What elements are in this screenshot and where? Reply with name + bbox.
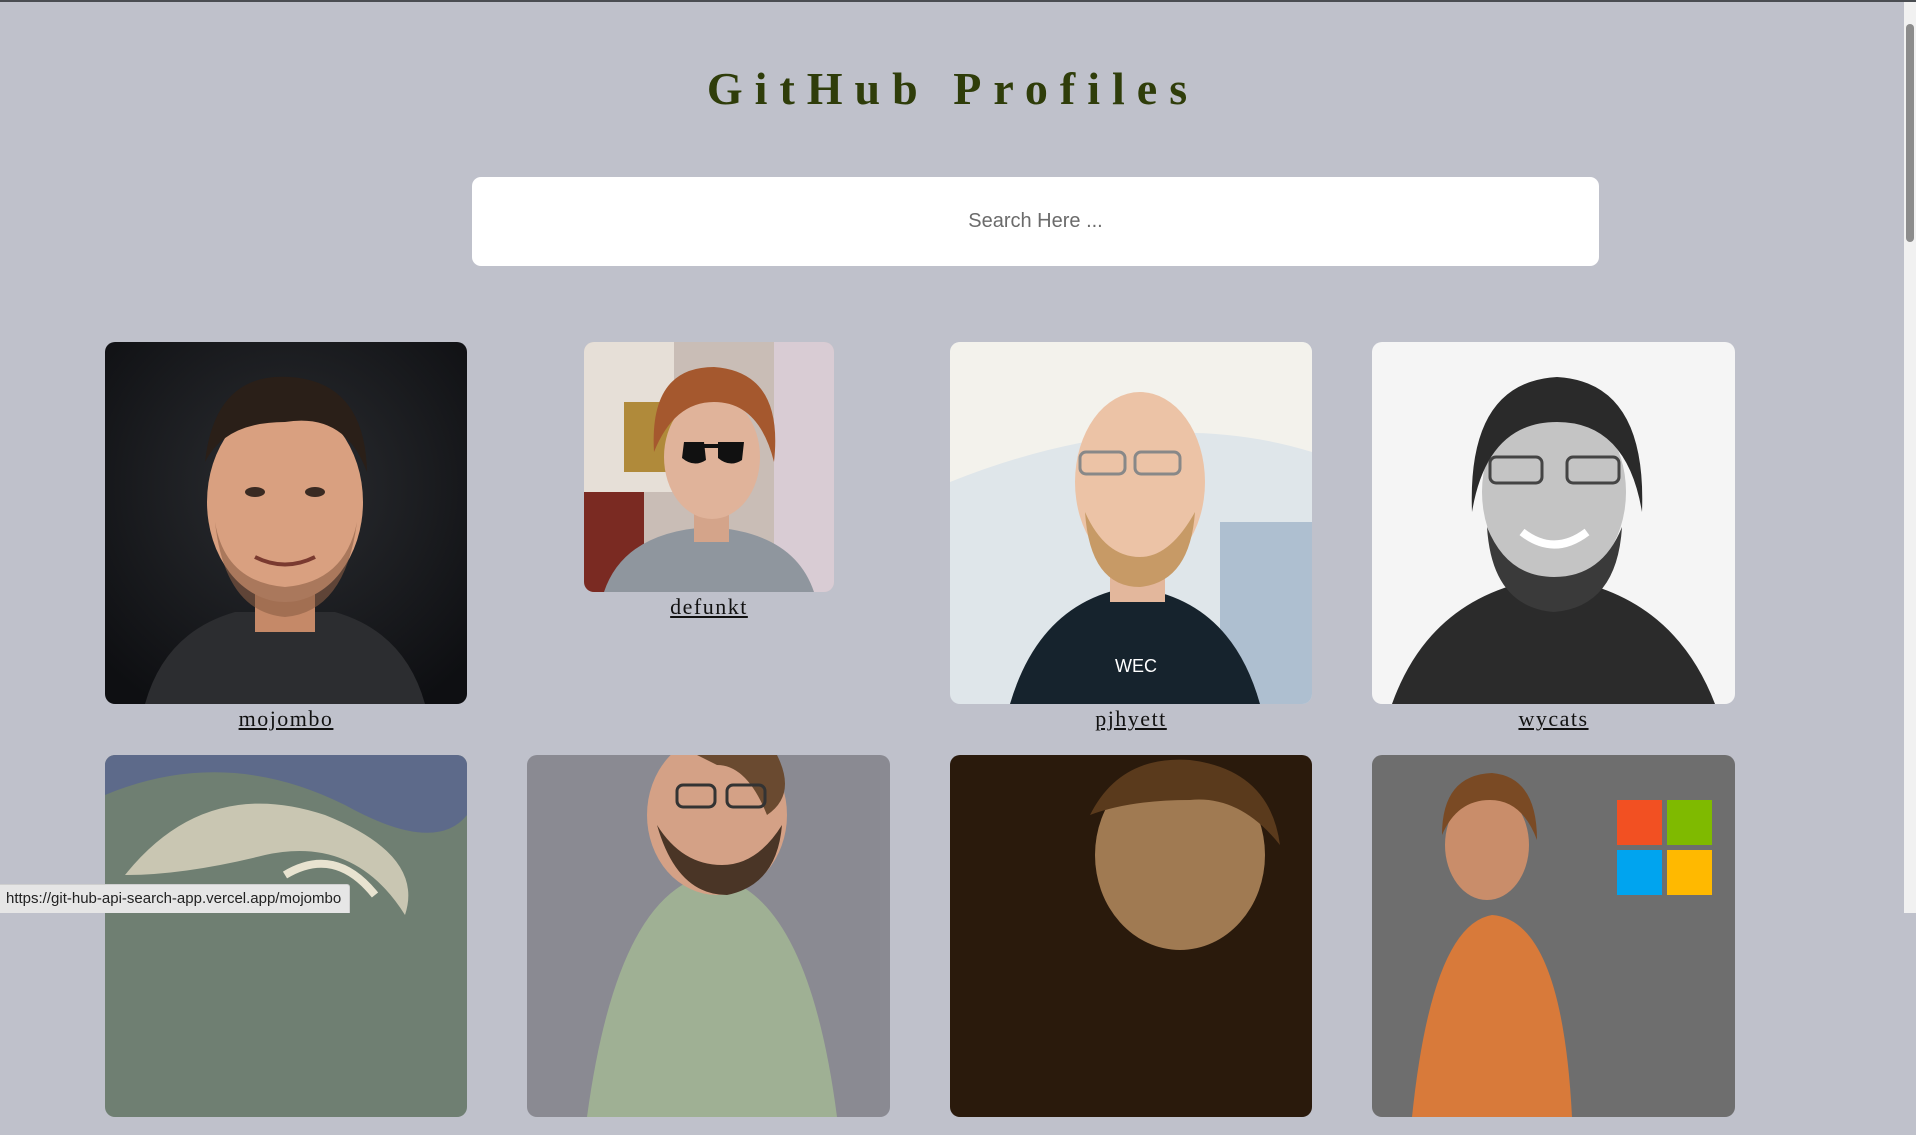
profile-avatar[interactable]: [105, 342, 467, 704]
profile-card-mojombo[interactable]: mojombo: [105, 342, 467, 732]
profile-avatar[interactable]: [1372, 342, 1735, 704]
profile-avatar[interactable]: [584, 342, 834, 592]
profile-avatar[interactable]: [950, 755, 1312, 1117]
avatar-photo-image: [950, 755, 1312, 1117]
page-title: GitHub Profiles: [706, 63, 1200, 114]
profile-avatar[interactable]: [1372, 755, 1735, 1117]
profile-username-link[interactable]: wycats: [1518, 706, 1588, 732]
avatar-photo-image: [527, 755, 890, 1117]
profile-card[interactable]: [105, 755, 467, 1135]
avatar-artwork-image: [105, 755, 467, 1117]
svg-text:WEC: WEC: [1115, 656, 1157, 676]
profile-card-defunkt[interactable]: defunkt: [584, 342, 834, 620]
avatar-photo-image: [1372, 342, 1735, 704]
profile-avatar[interactable]: WEC: [950, 342, 1312, 704]
profile-username-link[interactable]: pjhyett: [1095, 706, 1167, 732]
avatar-photo-image: [1372, 755, 1735, 1117]
profile-card-pjhyett[interactable]: WEC pjhyett: [950, 342, 1312, 732]
profile-card[interactable]: [950, 755, 1312, 1135]
avatar-photo-image: [105, 342, 467, 704]
status-bar-url: https://git-hub-api-search-app.vercel.ap…: [0, 884, 351, 913]
profile-avatar[interactable]: [527, 755, 890, 1117]
profile-username-link[interactable]: mojombo: [239, 706, 334, 732]
avatar-photo-image: WEC: [950, 342, 1312, 704]
profile-card[interactable]: [1372, 755, 1735, 1135]
profile-avatar[interactable]: [105, 755, 467, 1117]
window-top-border: [0, 0, 1916, 2]
profile-username-link[interactable]: defunkt: [670, 594, 748, 620]
profile-card-wycats[interactable]: wycats: [1372, 342, 1735, 732]
avatar-photo-image: [584, 342, 834, 592]
vertical-scrollbar[interactable]: [1904, 2, 1916, 913]
search-input[interactable]: [472, 177, 1599, 266]
profile-card[interactable]: [527, 755, 890, 1135]
scrollbar-thumb[interactable]: [1906, 24, 1914, 242]
